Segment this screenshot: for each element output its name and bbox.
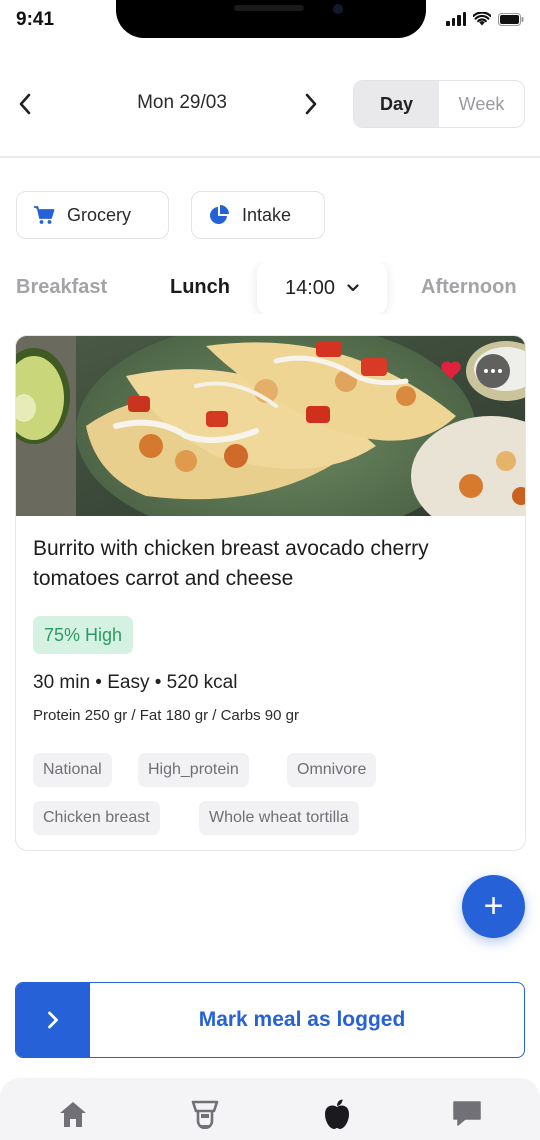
next-day-button[interactable]: [296, 82, 326, 126]
status-bar: 9:41: [0, 0, 540, 48]
intake-button[interactable]: Intake: [191, 191, 325, 239]
pie-chart-icon: [210, 205, 229, 224]
cart-icon: [34, 206, 55, 224]
tab-lunch[interactable]: Lunch: [170, 276, 230, 299]
tag-omnivore: Omnivore: [287, 753, 377, 787]
grocery-button[interactable]: Grocery: [16, 191, 169, 239]
add-meal-button[interactable]: +: [462, 875, 525, 938]
bottom-tab-bar: [0, 1078, 540, 1140]
chevron-left-icon: [19, 93, 31, 115]
previous-day-button[interactable]: [10, 82, 40, 126]
chat-icon: [453, 1101, 481, 1126]
wifi-icon: [473, 12, 491, 26]
recipe-macros: Protein 250 gr / Fat 180 gr / Carbs 90 g…: [33, 707, 299, 724]
header-divider: [0, 156, 540, 158]
chevron-right-icon: [305, 93, 317, 115]
view-day-button[interactable]: Day: [354, 81, 439, 127]
tag-national: National: [33, 753, 112, 787]
status-time: 9:41: [16, 9, 55, 30]
chevron-down-icon: [347, 284, 359, 292]
date-header: Mon 29/03 Day Week: [0, 70, 540, 140]
mark-logged-label: Mark meal as logged: [198, 1008, 406, 1031]
tag-chicken-breast: Chicken breast: [33, 801, 160, 835]
notch-speaker: [234, 5, 304, 11]
mark-logged-slider[interactable]: Mark meal as logged: [15, 982, 525, 1058]
tag-high-protein: High_protein: [138, 753, 249, 787]
home-icon: [60, 1102, 86, 1127]
more-options-button[interactable]: [476, 354, 510, 388]
chef-icon: [191, 1100, 219, 1129]
tab-afternoon[interactable]: Afternoon: [421, 276, 517, 299]
match-badge: 75% High: [33, 616, 134, 654]
status-icons: [446, 12, 524, 26]
more-dots-icon: [484, 369, 488, 373]
slider-handle[interactable]: [16, 983, 90, 1057]
notch-camera: [333, 4, 343, 14]
meal-tabs: Breakfast Lunch 14:00 Afternoon: [0, 262, 540, 314]
grocery-label: Grocery: [67, 204, 132, 225]
chevron-right-icon: [48, 1011, 58, 1029]
signal-icon: [446, 12, 466, 26]
apple-icon: [325, 1099, 349, 1129]
tab-breakfast[interactable]: Breakfast: [16, 276, 107, 299]
tab-home[interactable]: [55, 1096, 91, 1132]
view-week-button[interactable]: Week: [439, 81, 524, 127]
recipe-card[interactable]: Burrito with chicken breast avocado cher…: [15, 335, 526, 851]
heart-icon[interactable]: [440, 360, 462, 380]
tab-recipes[interactable]: [187, 1096, 223, 1132]
intake-label: Intake: [242, 204, 292, 225]
device-notch: [116, 0, 426, 38]
tag-whole-wheat-tortilla: Whole wheat tortilla: [199, 801, 359, 835]
recipe-title: Burrito with chicken breast avocado cher…: [33, 537, 429, 590]
tab-meals[interactable]: [319, 1096, 355, 1132]
meal-time-select[interactable]: 14:00: [257, 262, 387, 314]
current-date: Mon 29/03: [137, 92, 227, 113]
tab-chat[interactable]: [449, 1096, 485, 1132]
meal-time-value: 14:00: [284, 276, 336, 299]
view-toggle: Day Week: [353, 80, 525, 128]
battery-icon: [498, 12, 524, 26]
recipe-meta: 30 min • Easy • 520 kcal: [33, 672, 238, 693]
